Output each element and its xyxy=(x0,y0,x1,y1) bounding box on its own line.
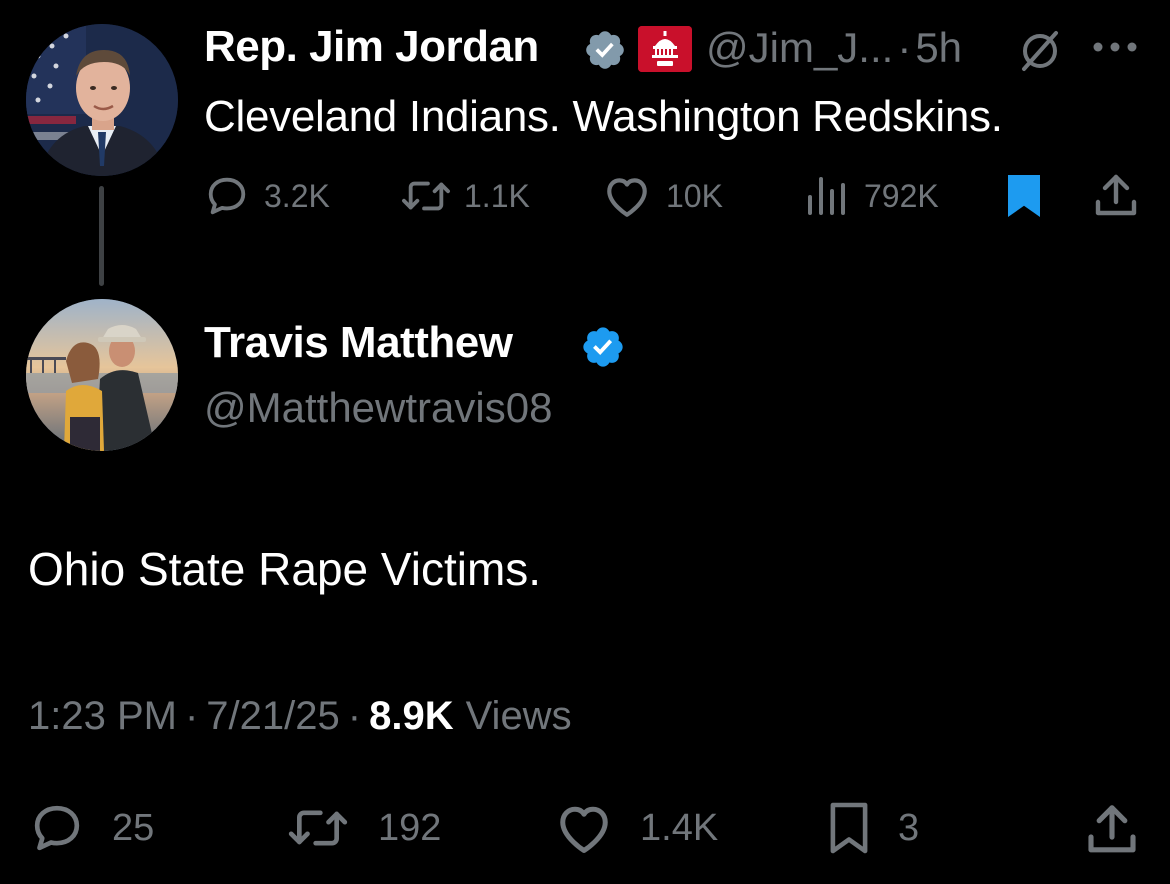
tweet-text: Cleveland Indians. Washington Redskins. xyxy=(204,92,1003,141)
repost-button[interactable]: 192 xyxy=(284,800,441,856)
views-label: Views xyxy=(465,694,572,738)
dot-separator: · xyxy=(347,694,362,738)
repost-button[interactable]: 1.1K xyxy=(398,170,530,222)
like-count: 1.4K xyxy=(640,806,719,849)
avatar-travis-matthew[interactable] xyxy=(26,299,178,451)
reply-count: 25 xyxy=(112,806,155,849)
repost-icon xyxy=(398,173,454,219)
heart-icon xyxy=(554,800,614,856)
bookmark-icon xyxy=(826,800,872,856)
reply-bubble-icon xyxy=(28,800,86,856)
reply-bubble-icon xyxy=(204,173,250,219)
post-time[interactable]: 5h xyxy=(915,24,962,71)
house-gop-affiliation-icon[interactable] xyxy=(638,26,692,72)
bookmark-filled-icon[interactable] xyxy=(1004,172,1044,220)
reply-count: 3.2K xyxy=(264,177,330,214)
repost-icon xyxy=(284,800,352,856)
views-chart-icon xyxy=(804,173,848,219)
verified-gray-badge-icon[interactable] xyxy=(583,28,627,72)
thread-connector-line xyxy=(99,186,104,286)
avatar-jim-jordan[interactable] xyxy=(26,24,178,176)
tweet-metadata: 1:23 PM · 7/21/25 · 8.9K Views xyxy=(28,694,572,739)
heart-icon xyxy=(602,173,652,219)
like-count: 10K xyxy=(666,177,723,214)
author-name[interactable]: Rep. Jim Jordan xyxy=(204,22,539,72)
dot-separator: · xyxy=(897,24,912,71)
repost-count: 192 xyxy=(378,806,442,849)
like-button[interactable]: 1.4K xyxy=(554,800,718,856)
post-date[interactable]: 7/21/25 xyxy=(206,694,339,738)
author-handle-and-time[interactable]: @Jim_J...·5h xyxy=(706,24,962,72)
more-options-icon[interactable] xyxy=(1092,40,1138,54)
verified-blue-badge-icon[interactable] xyxy=(580,324,626,370)
views-count[interactable]: 8.9K xyxy=(369,694,454,738)
author-handle[interactable]: @Matthewtravis08 xyxy=(204,384,552,432)
repost-count: 1.1K xyxy=(464,177,530,214)
tweet-text: Ohio State Rape Victims. xyxy=(28,543,542,595)
views-count: 792K xyxy=(864,177,939,214)
post-time[interactable]: 1:23 PM xyxy=(28,694,177,738)
reply-button[interactable]: 3.2K xyxy=(204,170,330,222)
author-name[interactable]: Travis Matthew xyxy=(204,318,513,368)
muted-conversation-icon[interactable] xyxy=(1016,27,1064,75)
dot-separator: · xyxy=(184,694,199,738)
author-handle[interactable]: @Jim_J... xyxy=(706,24,893,71)
views-button[interactable]: 792K xyxy=(804,170,939,222)
bookmark-button[interactable]: 3 xyxy=(826,800,919,856)
bookmark-count: 3 xyxy=(898,806,920,849)
share-icon[interactable] xyxy=(1086,802,1138,858)
reply-button[interactable]: 25 xyxy=(28,800,154,856)
like-button[interactable]: 10K xyxy=(602,170,723,222)
share-icon[interactable] xyxy=(1094,172,1138,220)
